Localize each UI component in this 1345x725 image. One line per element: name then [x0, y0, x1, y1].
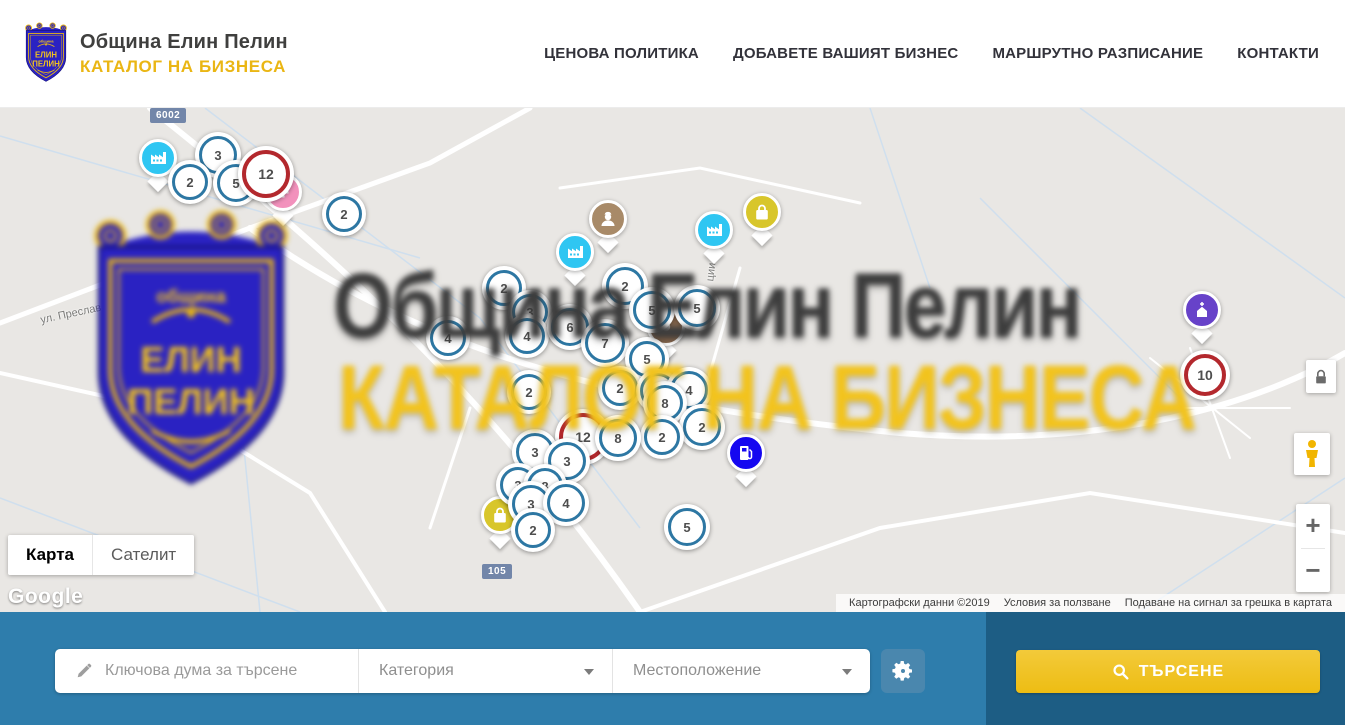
logo-text: Община Елин Пелин КАТАЛОГ НА БИЗНЕСА: [80, 31, 288, 77]
cluster-marker[interactable]: 2: [679, 404, 725, 450]
svg-text:община: община: [39, 38, 55, 43]
map-type-map-button[interactable]: Карта: [8, 535, 92, 575]
cluster-marker[interactable]: 8: [595, 415, 641, 461]
keyword-field[interactable]: [55, 649, 358, 693]
cluster-marker[interactable]: 10: [1180, 350, 1230, 400]
location-dropdown[interactable]: Местоположение: [612, 649, 870, 693]
nav-item-add-business[interactable]: ДОБАВЕТЕ ВАШИЯТ БИЗНЕС: [733, 45, 958, 62]
lock-icon: [1313, 368, 1329, 386]
search-button-label: ТЪРСЕНЕ: [1139, 663, 1224, 681]
location-dropdown-label: Местоположение: [613, 662, 761, 680]
cluster-marker[interactable]: 12: [238, 146, 294, 202]
lock-button[interactable]: [1306, 360, 1336, 393]
category-dropdown[interactable]: Категория: [358, 649, 612, 693]
advanced-settings-button[interactable]: [881, 649, 925, 693]
factory-icon: [148, 148, 168, 168]
zoom-in-button[interactable]: +: [1296, 504, 1330, 548]
cluster-marker[interactable]: 2: [640, 415, 684, 459]
bag-map-pin[interactable]: [741, 193, 783, 249]
cluster-marker[interactable]: 4: [426, 316, 470, 360]
map-attribution: Картографски данни ©2019 Условия за полз…: [836, 594, 1345, 612]
pencil-icon: [75, 662, 93, 680]
chevron-down-icon: [842, 669, 852, 675]
map-type-control: Карта Сателит: [8, 535, 194, 575]
search-bar: Категория Местоположение ТЪРСЕНЕ: [0, 612, 1345, 725]
road-label: 105: [482, 564, 512, 579]
search-icon: [1112, 663, 1129, 680]
pegman-icon: [1302, 439, 1322, 469]
fuel-map-pin[interactable]: [725, 434, 767, 490]
search-fields: Категория Местоположение: [55, 649, 870, 693]
google-logo[interactable]: Google: [8, 585, 83, 609]
cluster-marker[interactable]: 5: [674, 285, 720, 331]
map-type-satellite-button[interactable]: Сателит: [92, 535, 194, 575]
site-subtitle: КАТАЛОГ НА БИЗНЕСА: [80, 57, 288, 77]
cluster-marker[interactable]: 4: [505, 314, 549, 358]
site-title: Община Елин Пелин: [80, 31, 288, 54]
header: община ЕЛИН ПЕЛИН Община Елин Пелин КАТА…: [0, 0, 1345, 108]
cluster-marker[interactable]: 2: [511, 508, 555, 552]
keyword-search-input[interactable]: [105, 662, 345, 680]
category-dropdown-label: Категория: [359, 662, 454, 680]
church-icon: [1192, 300, 1212, 320]
svg-text:ПЕЛИН: ПЕЛИН: [32, 59, 60, 68]
nav-item-pricing[interactable]: ЦЕНОВА ПОЛИТИКА: [544, 45, 699, 62]
road-label: 6002: [150, 108, 186, 123]
zoom-out-button[interactable]: −: [1296, 549, 1330, 593]
street-view-pegman-button[interactable]: [1294, 433, 1330, 475]
gear-icon: [891, 659, 915, 683]
cluster-marker[interactable]: 2: [168, 160, 212, 204]
cluster-marker[interactable]: 7: [581, 319, 629, 367]
map-canvas[interactable]: 6002105ул. Преславбул. „Новоселции325122…: [0, 108, 1345, 612]
attribution-copyright: Картографски данни ©2019: [842, 597, 997, 609]
cluster-marker[interactable]: 5: [664, 504, 710, 550]
page: община ЕЛИН ПЕЛИН Община Елин Пелин КАТА…: [0, 0, 1345, 725]
svg-text:ЕЛИН: ЕЛИН: [35, 50, 57, 59]
nav-item-bus-schedule[interactable]: МАРШРУТНО РАЗПИСАНИЕ: [992, 45, 1203, 62]
nav-item-contacts[interactable]: КОНТАКТИ: [1237, 45, 1319, 62]
cluster-marker[interactable]: 2: [507, 370, 551, 414]
main-nav: ЦЕНОВА ПОЛИТИКА ДОБАВЕТЕ ВАШИЯТ БИЗНЕС М…: [544, 45, 1345, 62]
cluster-marker[interactable]: 2: [322, 192, 366, 236]
attribution-terms-link[interactable]: Условия за ползване: [997, 597, 1118, 609]
attribution-report-error-link[interactable]: Подаване на сигнал за грешка в картата: [1118, 597, 1339, 609]
site-logo[interactable]: община ЕЛИН ПЕЛИН Община Елин Пелин КАТА…: [22, 22, 288, 85]
bag-icon: [752, 202, 772, 222]
worker-map-pin[interactable]: [587, 200, 629, 256]
church-map-pin[interactable]: [1181, 291, 1223, 347]
factory-map-pin[interactable]: [693, 211, 735, 267]
municipality-crest-icon: община ЕЛИН ПЕЛИН: [22, 22, 70, 85]
chevron-down-icon: [584, 669, 594, 675]
factory-icon: [565, 242, 585, 262]
search-button[interactable]: ТЪРСЕНЕ: [1016, 650, 1320, 693]
zoom-control: + −: [1296, 504, 1330, 592]
factory-icon: [704, 220, 724, 240]
fuel-icon: [736, 443, 756, 463]
bag-icon: [490, 505, 510, 525]
worker-icon: [598, 209, 618, 229]
cluster-marker[interactable]: 5: [629, 287, 675, 333]
